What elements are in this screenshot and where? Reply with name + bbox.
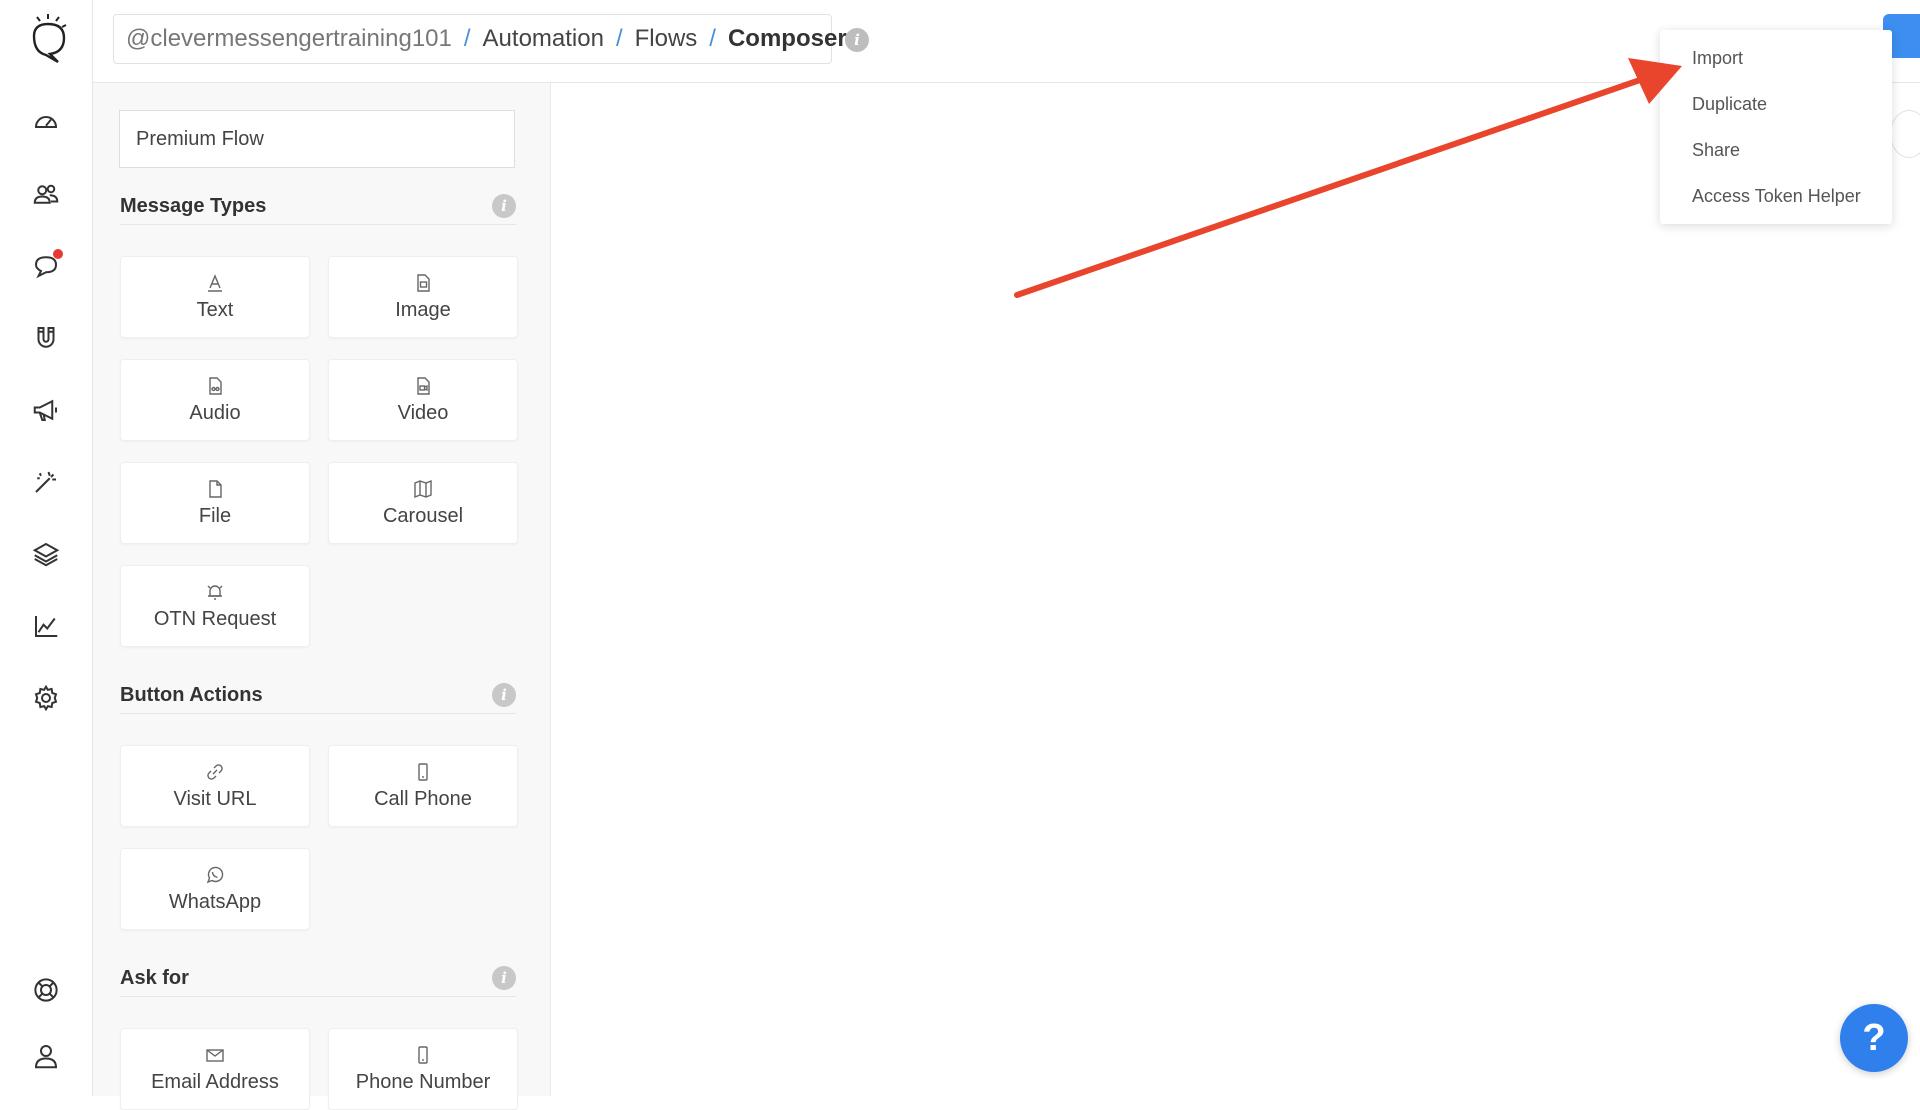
analytics-icon[interactable] — [26, 606, 66, 646]
audio-icon — [209, 376, 222, 395]
email-address-tile[interactable]: Email Address — [120, 1028, 310, 1110]
profile-icon[interactable] — [26, 1036, 66, 1076]
info-icon[interactable]: i — [492, 194, 516, 218]
button-actions-header: Button Actions i — [120, 677, 516, 714]
text-icon — [208, 273, 222, 292]
tile-label: Audio — [189, 401, 241, 424]
ask-for-header: Ask for i — [120, 960, 516, 997]
text-tile[interactable]: Text — [120, 256, 310, 338]
tile-label: Carousel — [382, 504, 464, 527]
options-dropdown-menu: Import Duplicate Share Access Token Help… — [1660, 30, 1892, 224]
breadcrumb: @clevermessengertraining101 / Automation… — [113, 14, 847, 64]
whatsapp-tile[interactable]: WhatsApp — [120, 848, 310, 930]
dashboard-icon[interactable] — [26, 102, 66, 142]
menu-item-import[interactable]: Import — [1692, 48, 1743, 69]
lifebuoy-icon[interactable] — [26, 970, 66, 1010]
magic-wand-icon[interactable] — [26, 462, 66, 502]
breadcrumb-separator: / — [463, 25, 471, 52]
file-icon — [209, 479, 222, 498]
tile-label: Email Address — [151, 1070, 279, 1093]
video-icon — [417, 376, 430, 395]
canvas-zoom-control[interactable] — [1890, 110, 1920, 158]
message-types-header: Message Types i — [120, 188, 516, 225]
bell-icon — [207, 584, 223, 600]
tile-label: Call Phone — [374, 787, 472, 810]
carousel-icon — [414, 479, 432, 498]
megaphone-icon[interactable] — [26, 390, 66, 430]
button-actions-title: Button Actions — [120, 683, 263, 706]
file-tile[interactable]: File — [120, 462, 310, 544]
tile-label: Visit URL — [173, 787, 257, 810]
info-icon[interactable]: i — [492, 966, 516, 990]
notification-dot — [53, 249, 63, 259]
whatsapp-icon — [206, 866, 224, 883]
image-icon — [417, 273, 430, 292]
info-icon[interactable]: i — [492, 683, 516, 707]
breadcrumb-automation[interactable]: Automation — [483, 25, 604, 53]
tile-label: Video — [397, 401, 449, 424]
phone-number-tile[interactable]: Phone Number — [328, 1028, 518, 1110]
top-bar: @clevermessengertraining101 / Automation… — [93, 0, 1920, 83]
carousel-tile[interactable]: Carousel — [328, 462, 518, 544]
left-nav-rail — [0, 0, 93, 1096]
tile-label: Image — [395, 298, 451, 321]
menu-item-share[interactable]: Share — [1692, 140, 1740, 161]
link-icon — [207, 763, 223, 780]
video-tile[interactable]: Video — [328, 359, 518, 441]
app-logo-icon[interactable] — [14, 8, 78, 72]
breadcrumb-flows[interactable]: Flows — [635, 25, 698, 53]
magnet-icon[interactable] — [26, 318, 66, 358]
breadcrumb-info-icon[interactable]: i — [845, 28, 869, 52]
layers-icon[interactable] — [26, 534, 66, 574]
visit-url-tile[interactable]: Visit URL — [120, 745, 310, 827]
breadcrumb-composer: Composer — [727, 25, 847, 52]
ask-for-title: Ask for — [120, 966, 189, 989]
message-types-title: Message Types — [120, 194, 267, 217]
chat-icon[interactable] — [26, 246, 66, 286]
breadcrumb-account[interactable]: @clevermessengertraining101 — [126, 25, 452, 53]
breadcrumb-separator: / — [615, 25, 623, 52]
menu-item-duplicate[interactable]: Duplicate — [1692, 94, 1767, 115]
tile-label: WhatsApp — [168, 890, 262, 913]
flow-name-input[interactable]: Premium Flow — [119, 110, 515, 168]
users-icon[interactable] — [26, 174, 66, 214]
tile-label: Phone Number — [355, 1070, 491, 1093]
tile-label: File — [198, 504, 232, 527]
menu-item-access-token-helper[interactable]: Access Token Helper — [1692, 186, 1861, 207]
phone-icon — [418, 1045, 428, 1064]
audio-tile[interactable]: Audio — [120, 359, 310, 441]
phone-icon — [418, 762, 428, 781]
envelope-icon — [206, 1048, 224, 1062]
tile-label: OTN Request — [153, 607, 277, 630]
call-phone-tile[interactable]: Call Phone — [328, 745, 518, 827]
help-button[interactable]: ? — [1840, 1004, 1908, 1072]
tile-label: Text — [196, 298, 234, 321]
image-tile[interactable]: Image — [328, 256, 518, 338]
settings-icon[interactable] — [26, 678, 66, 718]
breadcrumb-separator: / — [709, 25, 716, 52]
otn-request-tile[interactable]: OTN Request — [120, 565, 310, 647]
composer-sidebar: Premium Flow Message Types i Text Image … — [93, 83, 551, 1110]
